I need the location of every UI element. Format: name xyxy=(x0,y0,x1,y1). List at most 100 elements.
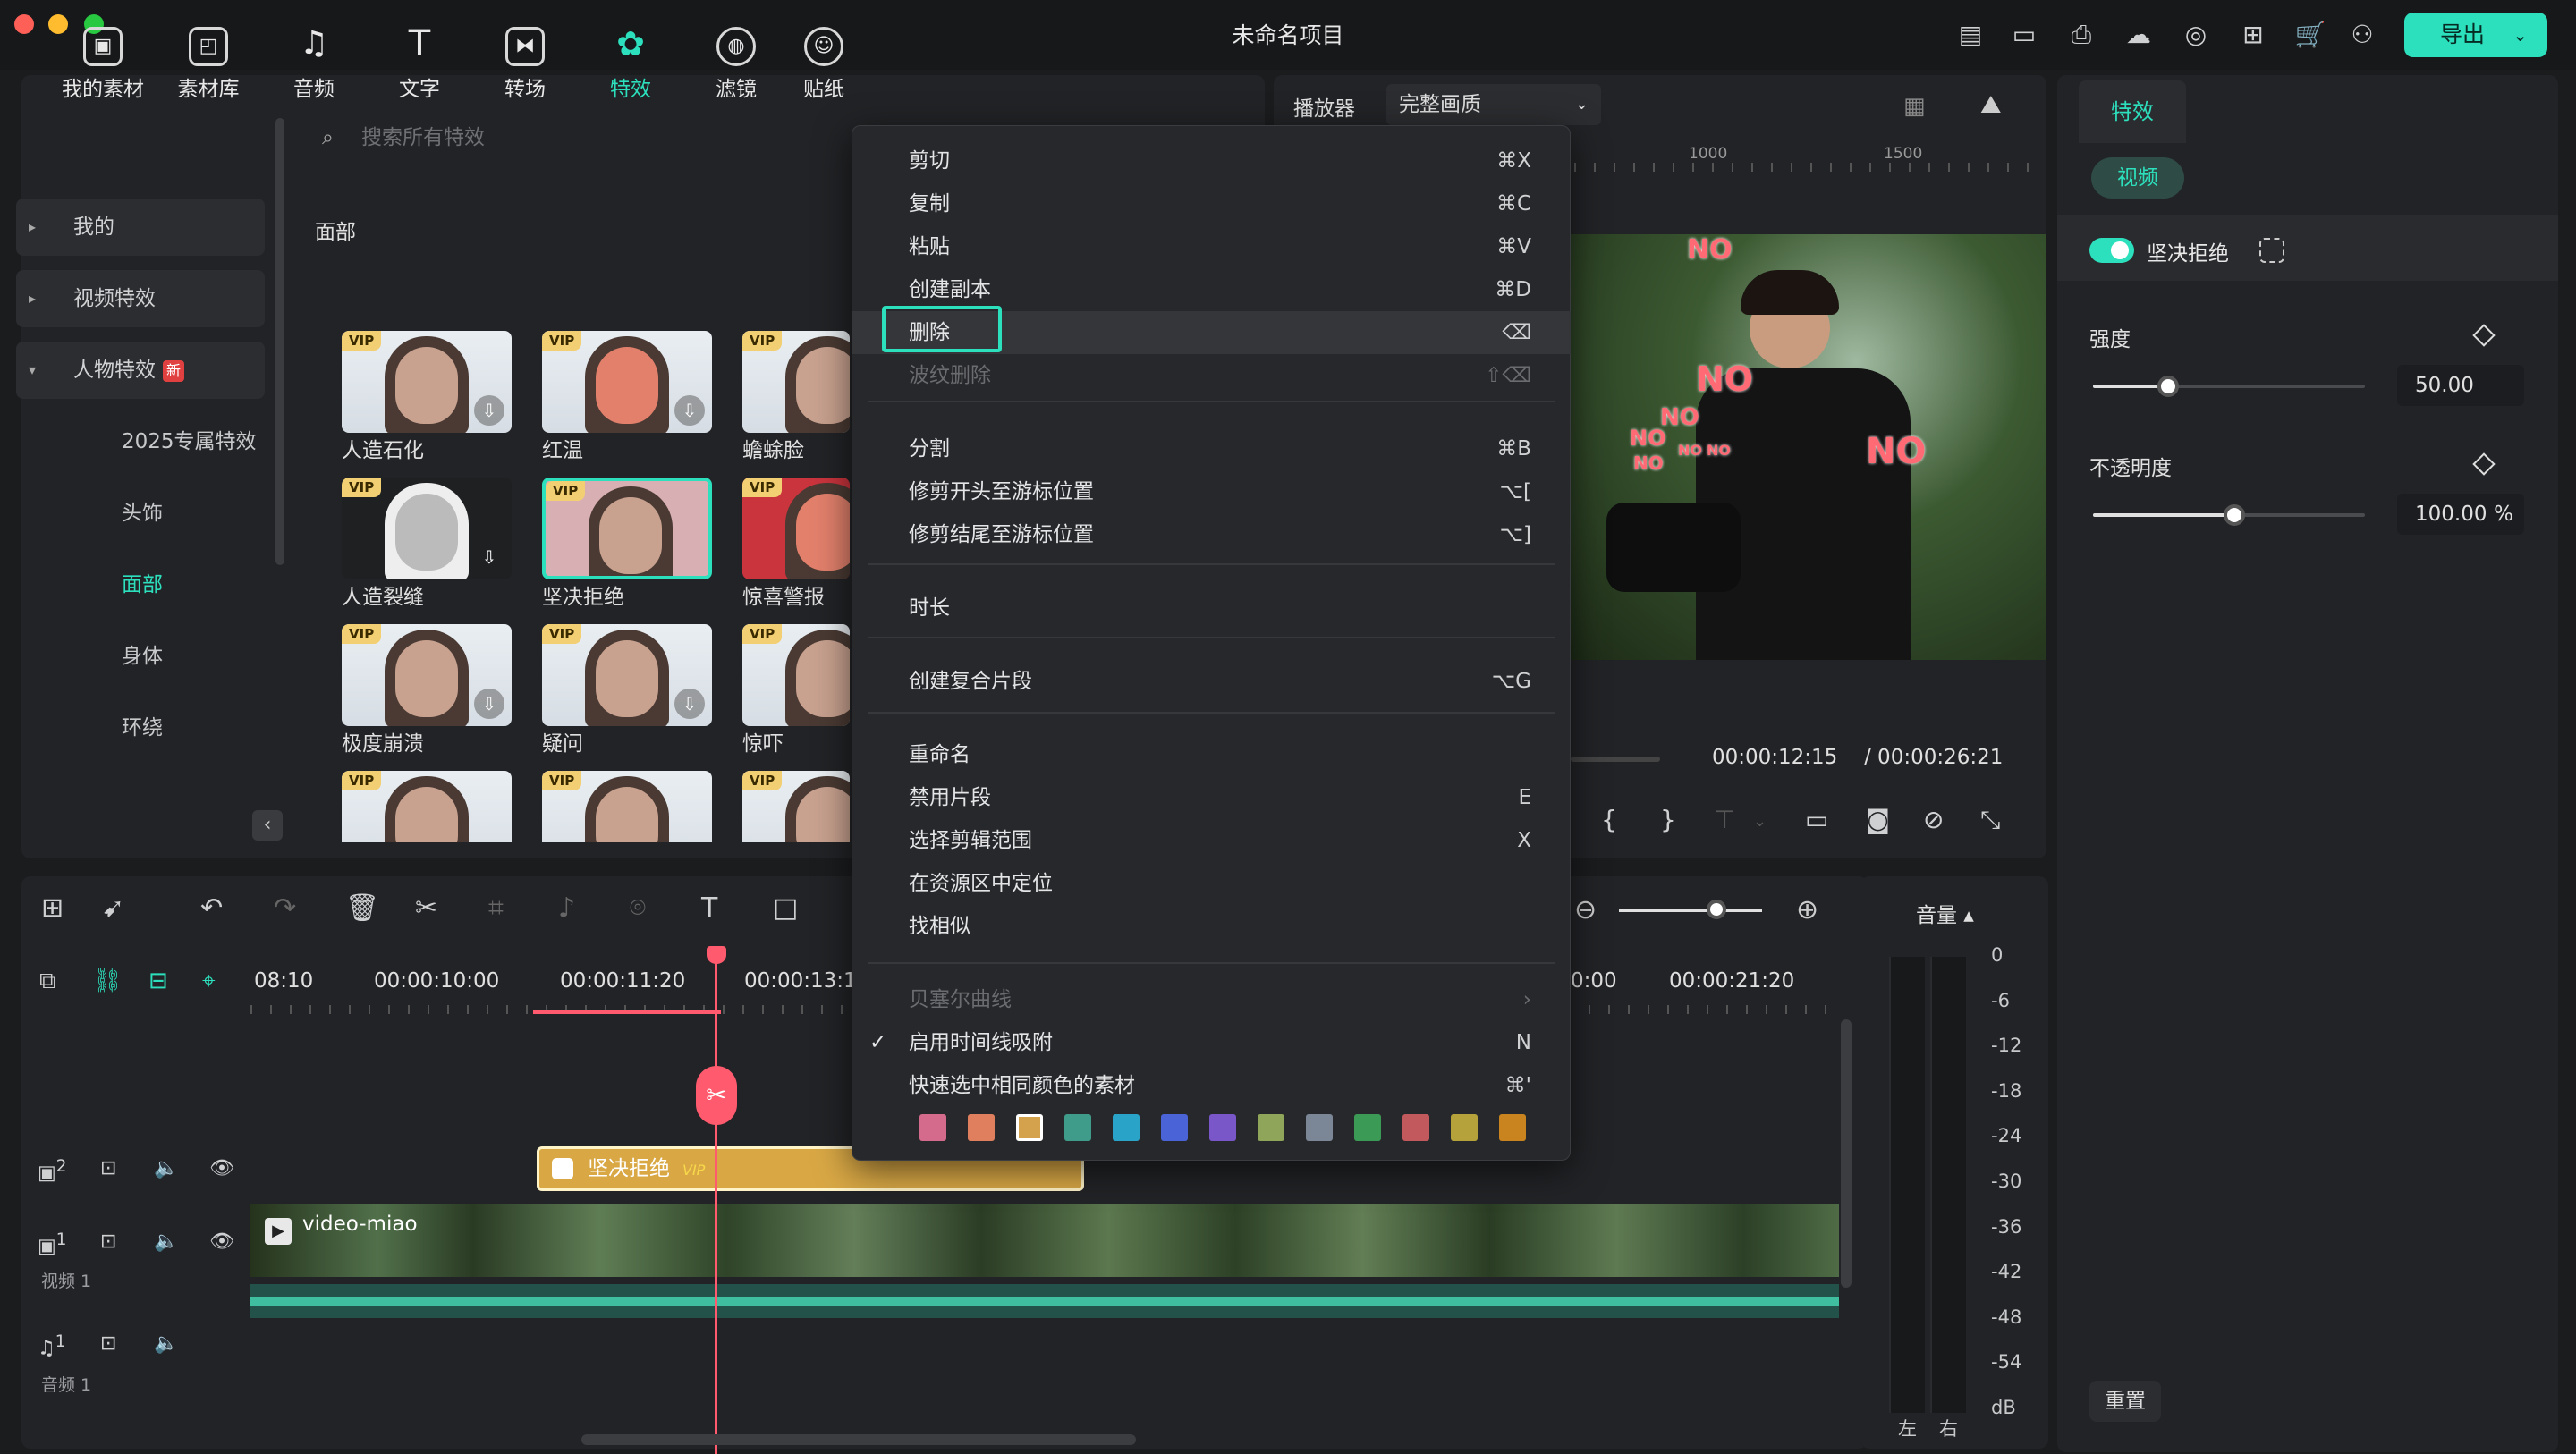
eye-icon[interactable]: 👁 xyxy=(209,1157,234,1179)
mark-in-icon[interactable]: { xyxy=(1601,805,1617,834)
menu-item[interactable]: 波纹删除 ⇧⌫ xyxy=(852,354,1571,397)
scissors-icon[interactable]: ✂ xyxy=(696,1066,737,1125)
cut-icon[interactable]: ✂ xyxy=(415,892,437,924)
sidebar-sub-headwear[interactable]: 头饰 xyxy=(16,485,265,542)
playhead-handle[interactable] xyxy=(707,946,726,964)
video-preview[interactable]: NO NO NO NO NO NO NO NO xyxy=(1571,234,2046,660)
tab-my-media[interactable]: ▣ 我的素材 xyxy=(54,27,152,102)
sidebar-sub-surround[interactable]: 环绕 xyxy=(16,699,265,757)
undo-icon[interactable]: ↶ xyxy=(200,892,223,924)
redo-icon[interactable]: ↷ xyxy=(274,892,296,924)
tab-effects-props[interactable]: 特效 xyxy=(2079,80,2186,143)
grid-view-icon[interactable]: ▦ xyxy=(1903,93,1926,120)
meter-title[interactable]: 音量 ▴ xyxy=(1916,898,1974,928)
download-icon[interactable]: ⇩ xyxy=(674,395,705,426)
color-swatch[interactable] xyxy=(1451,1114,1478,1141)
video-clip[interactable] xyxy=(250,1204,1839,1277)
download-icon[interactable]: ⇩ xyxy=(474,689,504,719)
snapshot-icon[interactable]: ◙ xyxy=(1866,805,1890,834)
effect-thumbnail[interactable]: VIP⇩ xyxy=(342,331,512,433)
menu-item[interactable]: 选择剪辑范围 X xyxy=(852,819,1571,862)
download-icon[interactable]: ⇩ xyxy=(474,542,504,572)
task-icon[interactable]: ▤ xyxy=(1953,18,1987,52)
user-icon[interactable]: ⚇ xyxy=(2345,18,2379,52)
insert-icon[interactable]: ⊤ xyxy=(1714,805,1735,834)
menu-item[interactable]: 复制 ⌘C xyxy=(852,182,1571,225)
color-swatch[interactable] xyxy=(1113,1114,1140,1141)
vertical-scrollbar[interactable] xyxy=(1841,1019,1852,1288)
audio-waveform[interactable] xyxy=(250,1284,1839,1318)
menu-item[interactable]: 找相似 xyxy=(852,905,1571,948)
sidebar-item-mine[interactable]: ▸ 我的 xyxy=(16,199,265,256)
effect-thumbnail[interactable]: VIP⇩ xyxy=(342,771,512,842)
cloud-icon[interactable]: ☁ xyxy=(2122,18,2156,52)
link-icon[interactable]: ⛓ xyxy=(93,968,123,994)
tab-text[interactable]: T 文字 xyxy=(370,26,469,102)
playhead[interactable] xyxy=(715,948,717,1454)
collapse-sidebar-button[interactable]: ‹ xyxy=(252,810,283,841)
display-icon[interactable]: ▭ xyxy=(1805,805,1828,834)
image-icon[interactable]: ⛰ xyxy=(1980,89,2002,120)
strength-slider[interactable] xyxy=(2093,376,2365,397)
color-swatch[interactable] xyxy=(1064,1114,1091,1141)
opacity-value-field[interactable]: 100.00% xyxy=(2397,494,2524,535)
zoom-knob[interactable] xyxy=(1707,900,1726,919)
zoom-in-icon[interactable]: ⊕ xyxy=(1796,894,1818,926)
tab-effects[interactable]: ✿ 特效 xyxy=(581,27,680,102)
chevron-down-icon[interactable]: ⌄ xyxy=(2512,13,2528,57)
menu-item[interactable]: 修剪结尾至游标位置 ⌥] xyxy=(852,513,1571,556)
add-track-icon[interactable]: ⧉ xyxy=(39,968,56,995)
layout-icon[interactable]: ▭ xyxy=(2007,18,2041,52)
lock-icon[interactable]: ⊡ xyxy=(100,1230,116,1253)
support-icon[interactable]: ◎ xyxy=(2179,18,2213,52)
effect-thumbnail[interactable]: VIP⇩ xyxy=(542,771,712,842)
quality-select[interactable]: 完整画质 ⌄ xyxy=(1386,84,1601,125)
tab-filter[interactable]: ◍ 滤镜 xyxy=(687,27,785,102)
color-swatch[interactable] xyxy=(1161,1114,1188,1141)
menu-item[interactable]: 禁用片段 E xyxy=(852,776,1571,819)
mute-icon[interactable]: ⊘ xyxy=(1923,805,1944,834)
download-icon[interactable]: ⇩ xyxy=(674,689,705,719)
menu-item[interactable]: 粘贴 ⌘V xyxy=(852,225,1571,268)
color-swatch[interactable] xyxy=(1016,1114,1043,1141)
tab-library[interactable]: ◰ 素材库 xyxy=(159,27,258,102)
effect-thumbnail[interactable]: VIP⇩ xyxy=(342,624,512,726)
horizontal-scrollbar[interactable] xyxy=(581,1434,1136,1445)
color-swatch[interactable] xyxy=(968,1114,995,1141)
chevron-down-icon[interactable]: ⌄ xyxy=(1753,812,1767,831)
download-icon[interactable]: ⇩ xyxy=(474,395,504,426)
effect-thumbnail[interactable]: VIP⇩ xyxy=(542,331,712,433)
sidebar-sub-face[interactable]: 面部 xyxy=(16,556,265,613)
color-swatch[interactable] xyxy=(1499,1114,1526,1141)
sidebar-sub-body[interactable]: 身体 xyxy=(16,628,265,685)
zoom-out-icon[interactable]: ⊖ xyxy=(1574,894,1597,926)
zoom-slider[interactable] xyxy=(1619,909,1762,912)
menu-item[interactable]: 启用时间线吸附 N ✓ xyxy=(852,1021,1571,1064)
lock-icon[interactable]: ⊡ xyxy=(100,1157,116,1179)
layout-icon[interactable]: ⊞ xyxy=(41,892,64,924)
menu-item[interactable]: 快速选中相同颜色的素材 ⌘' xyxy=(852,1064,1571,1107)
audio-edit-icon[interactable]: ♪ xyxy=(558,892,575,924)
menu-item[interactable]: 创建副本 ⌘D xyxy=(852,268,1571,311)
tab-audio[interactable]: ♫ 音频 xyxy=(265,27,363,102)
fullscreen-icon[interactable]: ⤡ xyxy=(1980,805,2000,835)
lock-icon[interactable]: ⊡ xyxy=(100,1332,116,1355)
search-input[interactable]: ⌕ 搜索所有特效 xyxy=(304,113,841,163)
color-icon[interactable]: ⌾ xyxy=(630,892,646,924)
strength-value[interactable]: 50.00 xyxy=(2397,365,2524,406)
apps-icon[interactable]: ⊞ xyxy=(2236,18,2270,52)
sidebar-item-person-effects[interactable]: ▾ 人物特效新 xyxy=(16,342,265,399)
cart-icon[interactable]: 🛒 xyxy=(2293,18,2327,52)
delete-icon[interactable]: 🗑 xyxy=(345,892,379,924)
menu-item[interactable]: 贝塞尔曲线 › xyxy=(852,978,1571,1021)
menu-item[interactable]: 在资源区中定位 xyxy=(852,862,1571,905)
select-tool-icon[interactable]: ➹ xyxy=(102,892,124,924)
sidebar-sub-2025[interactable]: 2025专属特效 xyxy=(16,413,265,470)
sidebar-item-video-effects[interactable]: ▸ 视频特效 xyxy=(16,270,265,327)
sidebar-scrollbar[interactable] xyxy=(275,118,284,565)
crop-icon[interactable]: ⌗ xyxy=(488,892,504,924)
playback-progress[interactable] xyxy=(1571,757,1660,762)
export-button[interactable]: 导出 ⌄ xyxy=(2404,13,2547,57)
effect-toggle[interactable] xyxy=(2089,238,2134,263)
effect-thumbnail[interactable]: VIP⇩ xyxy=(342,478,512,579)
